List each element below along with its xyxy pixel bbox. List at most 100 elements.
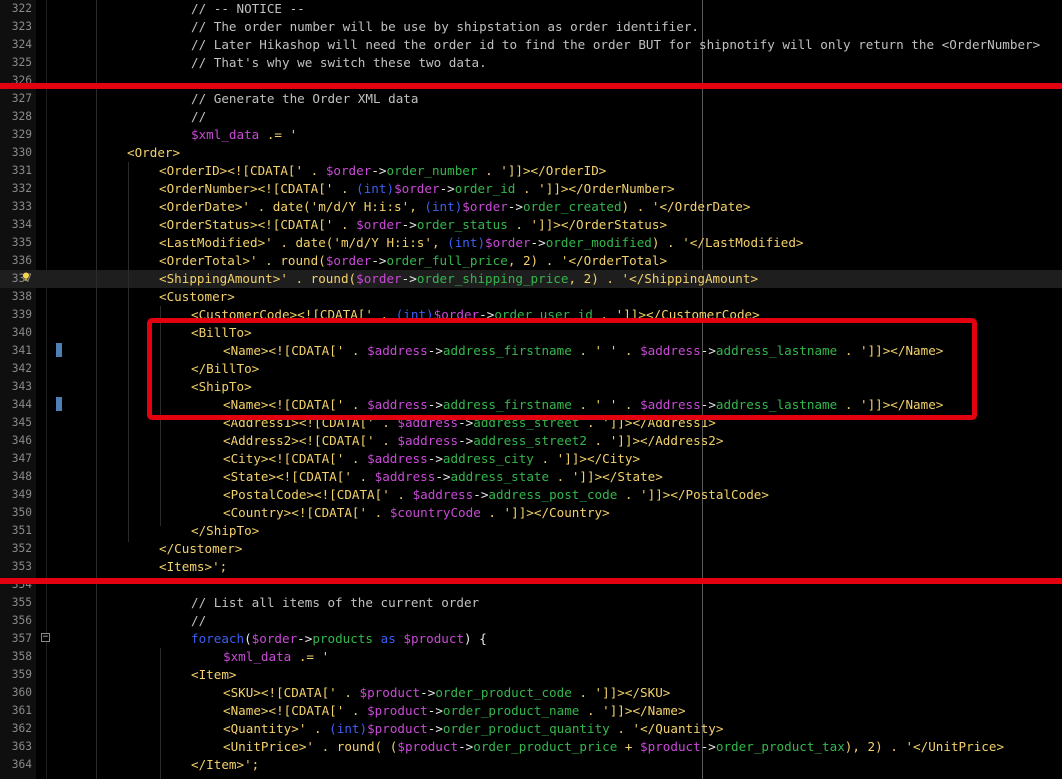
code-line[interactable]: 327 // Generate the Order XML data bbox=[0, 90, 1062, 108]
code-text[interactable]: <SKU><![CDATA[' . $product->order_produc… bbox=[223, 684, 670, 702]
code-line[interactable]: 331 <OrderID><![CDATA[' . $order->order_n… bbox=[0, 162, 1062, 180]
fold-collapse-icon[interactable]: − bbox=[41, 633, 50, 642]
code-text[interactable]: <State><![CDATA[' . $address->address_st… bbox=[223, 468, 663, 486]
code-text[interactable]: <Country><![CDATA[' . $countryCode . ']]… bbox=[223, 504, 610, 522]
bookmark-marker-icon[interactable] bbox=[56, 343, 62, 357]
code-line[interactable]: 336 <OrderTotal>' . round($order->order_f… bbox=[0, 252, 1062, 270]
code-text[interactable]: <OrderID><![CDATA[' . $order->order_numb… bbox=[159, 162, 606, 180]
code-token: order_full_price bbox=[386, 253, 508, 268]
code-text[interactable]: // bbox=[191, 612, 206, 630]
code-text[interactable]: <Quantity>' . (int)$product->order_produ… bbox=[223, 720, 723, 738]
code-text[interactable]: <Items>'; bbox=[159, 558, 227, 576]
code-text[interactable]: // That's why we switch these two data. bbox=[191, 54, 487, 72]
lightbulb-icon[interactable] bbox=[22, 272, 30, 282]
code-text[interactable]: $xml_data .= ' bbox=[191, 126, 297, 144]
code-line[interactable]: 334 <OrderStatus><![CDATA[' . $order->ord… bbox=[0, 216, 1062, 234]
code-text[interactable]: </Customer> bbox=[159, 540, 242, 558]
code-line[interactable]: 333 <OrderDate>' . date('m/d/Y H:i:s', (i… bbox=[0, 198, 1062, 216]
code-token: -> bbox=[473, 487, 489, 502]
bookmark-marker-icon[interactable] bbox=[56, 397, 62, 411]
code-token: $address bbox=[412, 487, 474, 502]
code-text[interactable]: // -- NOTICE -- bbox=[191, 0, 305, 18]
code-token: $xml_data bbox=[223, 649, 292, 664]
code-token: // bbox=[191, 613, 207, 628]
code-token: -> bbox=[371, 163, 387, 178]
code-text[interactable]: // bbox=[191, 108, 206, 126]
code-line[interactable]: 322 // -- NOTICE -- bbox=[0, 0, 1062, 18]
code-text[interactable]: <OrderTotal>' . round($order->order_full… bbox=[159, 252, 667, 270]
code-line[interactable]: 324 // Later Hikashop will need the order… bbox=[0, 36, 1062, 54]
code-text[interactable]: <OrderNumber><![CDATA[' . (int)$order->o… bbox=[159, 180, 675, 198]
code-text[interactable]: <OrderDate>' . date('m/d/Y H:i:s', (int)… bbox=[159, 198, 750, 216]
code-text[interactable]: <Name><![CDATA[' . $product->order_produ… bbox=[223, 702, 686, 720]
code-line[interactable]: 353 <Items>'; bbox=[0, 558, 1062, 576]
line-number: 364 bbox=[11, 758, 32, 771]
code-token: . ']]></PostalCode> bbox=[617, 487, 769, 502]
code-token: <UnitPrice>' . round( ( bbox=[223, 739, 398, 754]
code-token: <Customer> bbox=[159, 289, 235, 304]
code-line[interactable]: 355 // List all items of the current orde… bbox=[0, 594, 1062, 612]
code-token: $order bbox=[462, 199, 508, 214]
code-text[interactable]: <Order> bbox=[127, 144, 180, 162]
code-text[interactable]: // Later Hikashop will need the order id… bbox=[191, 36, 1040, 54]
code-text[interactable]: <Item> bbox=[191, 666, 237, 684]
line-number: 324 bbox=[11, 38, 32, 51]
code-token: <Order> bbox=[127, 145, 181, 160]
line-number: 352 bbox=[11, 542, 32, 555]
code-token: <Item> bbox=[191, 667, 237, 682]
code-text[interactable]: // List all items of the current order bbox=[191, 594, 479, 612]
code-line[interactable]: 357 foreach($order->products as $product)… bbox=[0, 630, 1062, 648]
code-token: -> bbox=[427, 703, 443, 718]
code-token: products bbox=[312, 631, 374, 646]
code-token: <SKU><![CDATA[' . bbox=[223, 685, 360, 700]
code-text[interactable]: </ShipTo> bbox=[191, 522, 259, 540]
code-token: ) . '</LastModified> bbox=[651, 235, 804, 250]
code-token: order_id bbox=[454, 181, 516, 196]
code-token: address_street2 bbox=[473, 433, 587, 448]
code-text[interactable]: </Item>'; bbox=[191, 756, 259, 774]
code-token: order_product_name bbox=[442, 703, 580, 718]
code-token: -> bbox=[458, 739, 474, 754]
code-line[interactable]: 335 <LastModified>' . date('m/d/Y H:i:s',… bbox=[0, 234, 1062, 252]
code-token: .= ' bbox=[291, 649, 330, 664]
code-token: order_product_price bbox=[473, 739, 618, 754]
code-line[interactable]: 325 // That's why we switch these two dat… bbox=[0, 54, 1062, 72]
code-text[interactable]: // Generate the Order XML data bbox=[191, 90, 418, 108]
code-text[interactable]: <PostalCode><![CDATA[' . $address->addre… bbox=[223, 486, 769, 504]
code-editor[interactable]: 322 // -- NOTICE -- 323 // The order number… bbox=[0, 0, 1062, 779]
code-token: $product bbox=[367, 721, 428, 736]
code-text[interactable]: <ShippingAmount>' . round($order->order_… bbox=[159, 270, 758, 288]
code-text[interactable]: <City><![CDATA[' . $address->address_cit… bbox=[223, 450, 640, 468]
line-number: 330 bbox=[11, 146, 32, 159]
code-token: $order bbox=[325, 163, 372, 178]
code-token: address_city bbox=[442, 451, 534, 466]
code-token: .= ' bbox=[259, 127, 298, 142]
code-line[interactable]: 328 // bbox=[0, 108, 1062, 126]
code-token: $order bbox=[251, 631, 298, 646]
code-text[interactable]: <UnitPrice>' . round( ($product->order_p… bbox=[223, 738, 1004, 756]
code-token: <OrderStatus><![CDATA[' . bbox=[159, 217, 357, 232]
code-text[interactable]: foreach($order->products as $product) { bbox=[191, 630, 487, 648]
code-text[interactable]: $xml_data .= ' bbox=[223, 648, 329, 666]
code-line[interactable]: 323 // The order number will be use by sh… bbox=[0, 18, 1062, 36]
line-number: 327 bbox=[11, 92, 32, 105]
code-line[interactable]: 330 <Order> bbox=[0, 144, 1062, 162]
code-text[interactable]: // The order number will be use by ships… bbox=[191, 18, 699, 36]
code-text[interactable]: <LastModified>' . date('m/d/Y H:i:s', (i… bbox=[159, 234, 804, 252]
line-number: 333 bbox=[11, 200, 32, 213]
code-line[interactable]: 356 // bbox=[0, 612, 1062, 630]
line-number: 348 bbox=[11, 470, 32, 483]
code-token: </Customer> bbox=[159, 541, 243, 556]
code-text[interactable]: <Address2><![CDATA[' . $address->address… bbox=[223, 432, 723, 450]
code-line[interactable]: 338 <Customer> bbox=[0, 288, 1062, 306]
code-token: order_product_quantity bbox=[442, 721, 610, 736]
line-number: 338 bbox=[11, 290, 32, 303]
code-token: ( bbox=[244, 631, 252, 646]
code-line[interactable]: 337 <ShippingAmount>' . round($order->ord… bbox=[0, 270, 1062, 288]
code-line[interactable]: 329 $xml_data .= ' bbox=[0, 126, 1062, 144]
code-line[interactable]: 352 </Customer> bbox=[0, 540, 1062, 558]
line-number: 347 bbox=[11, 452, 32, 465]
code-text[interactable]: <Customer> bbox=[159, 288, 235, 306]
code-text[interactable]: <OrderStatus><![CDATA[' . $order->order_… bbox=[159, 216, 667, 234]
code-line[interactable]: 332 <OrderNumber><![CDATA[' . (int)$order… bbox=[0, 180, 1062, 198]
